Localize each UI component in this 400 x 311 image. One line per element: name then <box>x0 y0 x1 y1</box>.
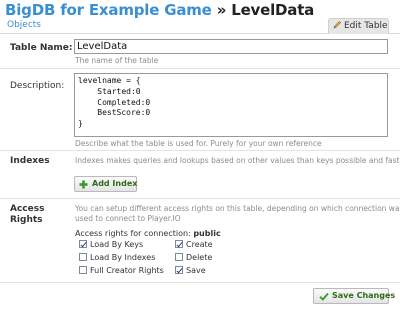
checkbox-save-label: Save <box>186 266 206 275</box>
checkbox-delete-box[interactable] <box>175 253 183 261</box>
indexes-hint: Indexes makes queries and lookups based … <box>75 156 400 165</box>
checkbox-load-by-keys[interactable]: Load By Keys <box>79 240 143 250</box>
save-changes-button[interactable]: Save Changes <box>313 288 395 304</box>
tab-edit-table[interactable]: Edit Table <box>328 18 389 34</box>
checkbox-load-by-keys-label: Load By Keys <box>90 240 144 249</box>
connection-name: public <box>193 229 221 238</box>
title-bar: BigDB for Example Game » LevelData <box>0 0 400 19</box>
checkbox-create-box[interactable] <box>175 240 183 248</box>
pencil-icon <box>333 20 342 29</box>
tabs-row: Objects Edit Table <box>0 17 400 34</box>
checkbox-load-by-indexes-box[interactable] <box>79 253 87 261</box>
table-name-input[interactable] <box>74 39 388 54</box>
checkbox-load-by-keys-box[interactable] <box>79 240 87 248</box>
tab-edit-table-label: Edit Table <box>344 21 388 31</box>
table-name-hint: The name of the table <box>75 56 159 65</box>
add-index-label: Add Index <box>92 179 138 188</box>
indexes-label: Indexes <box>10 156 50 166</box>
checkbox-create-label: Create <box>186 240 213 249</box>
checkbox-full-creator-rights-label: Full Creator Rights <box>90 266 164 275</box>
checkbox-full-creator-rights[interactable]: Full Creator Rights <box>79 266 164 276</box>
save-changes-label: Save Changes <box>332 291 396 300</box>
checkbox-full-creator-rights-box[interactable] <box>79 266 87 274</box>
connection-prefix: Access rights for connection: <box>75 229 191 238</box>
checkbox-load-by-indexes[interactable]: Load By Indexes <box>79 253 155 263</box>
checkbox-save[interactable]: Save <box>175 266 206 276</box>
plus-icon <box>79 180 88 189</box>
description-label: Description: <box>10 81 65 91</box>
checkbox-load-by-indexes-label: Load By Indexes <box>90 253 156 262</box>
checkbox-create[interactable]: Create <box>175 240 213 250</box>
connection-line: Access rights for connection: public <box>75 229 221 238</box>
checkbox-delete[interactable]: Delete <box>175 253 212 263</box>
description-textarea[interactable]: levelname = { Started:0 Completed:0 Best… <box>74 73 388 137</box>
checkbox-save-box[interactable] <box>175 266 183 274</box>
checkbox-delete-label: Delete <box>186 253 213 262</box>
access-rights-label-line2: Rights <box>10 215 43 225</box>
checkmark-icon <box>319 292 329 301</box>
access-rights-hint-line2: used to connect to Player.IO <box>75 214 181 223</box>
description-hint: Describe what the table is used for. Pur… <box>75 139 322 148</box>
access-rights-hint-line1: You can setup different access rights on… <box>75 204 400 213</box>
table-name-label: Table Name: <box>10 43 73 53</box>
add-index-button[interactable]: Add Index <box>74 176 137 192</box>
access-rights-label-line1: Access <box>10 204 45 214</box>
tab-objects[interactable]: Objects <box>7 20 41 30</box>
